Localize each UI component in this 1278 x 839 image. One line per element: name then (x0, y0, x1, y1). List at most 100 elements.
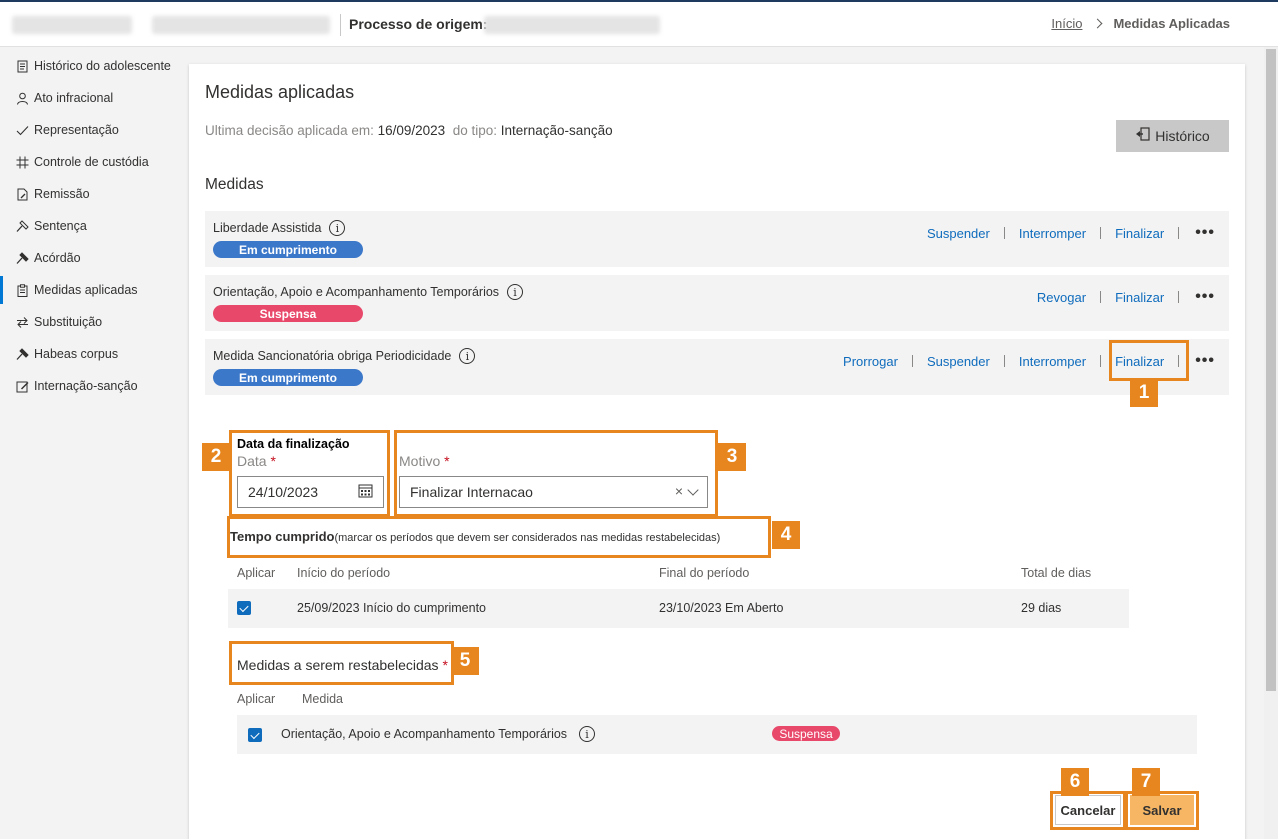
gavel-icon (15, 219, 29, 233)
period-start: 25/09/2023 Início do cumprimento (297, 601, 487, 615)
column-header: Início do período (297, 566, 391, 580)
annotation-box (227, 516, 771, 558)
more-options-icon[interactable]: ••• (1179, 288, 1215, 306)
page-scrollbar-thumb[interactable] (1266, 49, 1276, 691)
info-icon[interactable]: i (507, 284, 524, 300)
revoke-link[interactable]: Revogar (1023, 290, 1100, 305)
sidebar-item-label: Histórico do adolescente (34, 59, 171, 73)
redacted-text (484, 16, 660, 34)
restore-checkbox[interactable] (248, 728, 262, 742)
column-header: Final do período (659, 566, 750, 580)
medida-row: Liberdade Assistida i Em cumprimento Sus… (205, 211, 1229, 267)
sidebar-item-acordao[interactable]: Acórdão (0, 244, 174, 272)
breadcrumb-home-link[interactable]: Início (1051, 16, 1082, 31)
sidebar-item-label: Ato infracional (34, 91, 114, 105)
sidebar-item-label: Internação-sanção (34, 379, 138, 393)
info-icon[interactable]: i (329, 220, 346, 236)
sidebar-item-substituicao[interactable]: Substituição (0, 308, 174, 336)
annotation-number: 6 (1061, 768, 1089, 796)
sidebar: Histórico do adolescente Ato infracional… (0, 47, 174, 839)
top-bar: Processo de origem: Início Medidas Aplic… (0, 0, 1278, 47)
grid-icon (15, 155, 29, 169)
period-end: 23/10/2023 Em Aberto (659, 601, 784, 615)
sidebar-item-medidas-aplicadas[interactable]: Medidas aplicadas (0, 276, 174, 304)
annotation-box (1050, 791, 1126, 830)
redacted-text (152, 16, 330, 34)
sidebar-item-label: Acórdão (34, 251, 81, 265)
chevron-right-icon (1092, 18, 1103, 29)
history-button[interactable]: Histórico (1116, 120, 1229, 152)
medida-name: Orientação, Apoio e Acompanhamento Tempo… (213, 285, 500, 299)
info-icon[interactable]: i (459, 348, 476, 364)
interrupt-link[interactable]: Interromper (1005, 354, 1100, 369)
more-options-icon[interactable]: ••• (1179, 224, 1215, 242)
decision-type-value: Internação-sanção (500, 123, 613, 138)
annotation-number: 2 (202, 443, 230, 471)
period-checkbox[interactable] (237, 601, 251, 615)
finalize-link[interactable]: Finalizar (1101, 226, 1178, 241)
last-decision-info: Ultima decisão aplicada em: 16/09/2023 d… (205, 123, 613, 138)
column-header: Aplicar (237, 692, 276, 706)
sidebar-item-label: Habeas corpus (34, 347, 119, 361)
history-button-label: Histórico (1155, 128, 1210, 144)
page-title: Medidas aplicadas (205, 82, 355, 102)
header-divider (340, 14, 341, 36)
sidebar-item-historico[interactable]: Histórico do adolescente (0, 52, 174, 80)
finalize-link[interactable]: Finalizar (1101, 290, 1178, 305)
clipboard-icon (15, 283, 29, 297)
history-icon (1135, 127, 1151, 145)
sidebar-item-label: Remissão (34, 187, 90, 201)
sidebar-item-representacao[interactable]: Representação (0, 116, 174, 144)
annotation-number: 4 (772, 521, 800, 549)
column-header: Total de dias (1021, 566, 1092, 580)
status-badge: Suspensa (772, 726, 840, 741)
sidebar-item-habeas-corpus[interactable]: Habeas corpus (0, 340, 174, 368)
period-total: 29 dias (1021, 601, 1062, 615)
annotation-box (229, 430, 390, 517)
last-decision-date: 16/09/2023 (377, 123, 446, 138)
sidebar-item-ato-infracional[interactable]: Ato infracional (0, 84, 174, 112)
annotation-number: 5 (451, 647, 479, 675)
interrupt-link[interactable]: Interromper (1005, 226, 1100, 241)
person-icon (15, 91, 29, 105)
sidebar-item-label: Representação (34, 123, 119, 137)
annotation-box (1109, 340, 1189, 381)
medida-name-wrap: Medida Sancionatória obriga Periodicidad… (213, 348, 476, 364)
sidebar-item-label: Substituição (34, 315, 103, 329)
medida-name-wrap: Liberdade Assistida i (213, 220, 346, 236)
medida-row: Medida Sancionatória obriga Periodicidad… (205, 339, 1229, 395)
medida-row: Orientação, Apoio e Acompanhamento Tempo… (205, 275, 1229, 331)
extend-link[interactable]: Prorrogar (829, 354, 912, 369)
status-badge: Em cumprimento (213, 241, 363, 258)
medidas-heading: Medidas (205, 176, 264, 193)
annotation-box (229, 641, 454, 685)
sidebar-item-label: Controle de custódia (34, 155, 149, 169)
sidebar-item-label: Medidas aplicadas (34, 283, 138, 297)
redacted-text (12, 16, 132, 34)
annotation-number: 1 (1130, 379, 1158, 407)
suspend-link[interactable]: Suspender (913, 226, 1004, 241)
sidebar-item-internacao-sancao[interactable]: Internação-sanção (0, 372, 174, 400)
suspend-link[interactable]: Suspender (913, 354, 1004, 369)
medida-actions: Revogar Finalizar ••• (1023, 288, 1215, 306)
gavel-icon (15, 251, 29, 265)
process-origin-label: Processo de origem: (349, 16, 488, 32)
status-badge: Suspensa (213, 305, 363, 322)
sidebar-item-controle-custodia[interactable]: Controle de custódia (0, 148, 174, 176)
sidebar-item-sentenca[interactable]: Sentença (0, 212, 174, 240)
breadcrumb-current: Medidas Aplicadas (1113, 16, 1230, 31)
medida-name-wrap: Orientação, Apoio e Acompanhamento Tempo… (213, 284, 524, 300)
column-header: Medida (302, 692, 343, 706)
breadcrumb: Início Medidas Aplicadas (1051, 16, 1230, 31)
status-badge: Em cumprimento (213, 369, 363, 386)
annotation-number: 7 (1132, 768, 1160, 796)
swap-icon (15, 315, 29, 329)
medida-name: Medida Sancionatória obriga Periodicidad… (213, 349, 452, 363)
column-header: Aplicar (237, 566, 276, 580)
annotation-number: 3 (718, 443, 746, 471)
annotation-box (1125, 791, 1199, 830)
info-icon[interactable]: i (579, 726, 595, 742)
sidebar-item-remissao[interactable]: Remissão (0, 180, 174, 208)
gavel-icon (15, 347, 29, 361)
sidebar-item-label: Sentença (34, 219, 87, 233)
